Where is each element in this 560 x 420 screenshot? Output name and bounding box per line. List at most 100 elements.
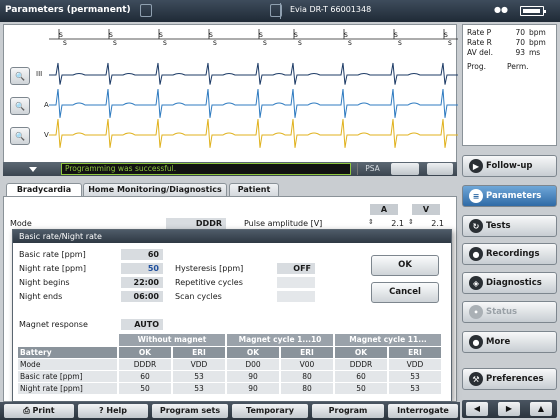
table-cell: 53 bbox=[388, 370, 443, 383]
info-value: 70 bbox=[515, 38, 525, 47]
night-ends-label: Night ends bbox=[19, 292, 63, 301]
more-button[interactable]: ● More bbox=[462, 331, 557, 353]
info-unit: bpm bbox=[529, 38, 546, 47]
channel-label-iii: III bbox=[36, 70, 43, 78]
arrow-right-icon[interactable]: ▶ bbox=[498, 402, 520, 416]
preferences-button[interactable]: ⚒ Preferences bbox=[462, 368, 557, 390]
diagnostics-icon: ◈ bbox=[469, 276, 483, 290]
sliders-icon: ≡ bbox=[469, 189, 483, 203]
more-icon: ● bbox=[469, 335, 483, 349]
subheader-cell: OK bbox=[334, 346, 389, 359]
channel-label-a: A bbox=[44, 101, 49, 109]
event-glyph: S bbox=[113, 40, 117, 47]
row-label: Basic rate [ppm] bbox=[18, 370, 119, 383]
collapse-icon[interactable] bbox=[29, 167, 37, 172]
table-cell: 53 bbox=[172, 370, 227, 383]
diagnostics-button[interactable]: ◈ Diagnostics bbox=[462, 272, 557, 294]
ok-button[interactable]: OK bbox=[371, 255, 439, 276]
table-cell: 60 bbox=[334, 370, 389, 383]
recordings-button[interactable]: ● Recordings bbox=[462, 243, 557, 265]
subheader-cell: ERI bbox=[172, 346, 227, 359]
arrow-left-icon[interactable]: ◀ bbox=[466, 402, 488, 416]
help-button[interactable]: ? Help bbox=[78, 404, 148, 418]
parameters-button[interactable]: ≡ Parameters bbox=[462, 185, 557, 207]
camera-icon[interactable] bbox=[427, 163, 453, 175]
parameters-label: Parameters bbox=[486, 191, 542, 201]
table-cell: 53 bbox=[172, 382, 227, 395]
temporary-button[interactable]: Temporary bbox=[232, 404, 308, 418]
tab-home-monitoring[interactable]: Home Monitoring/Diagnostics bbox=[83, 183, 227, 197]
program-sets-button[interactable]: Program sets bbox=[152, 404, 228, 418]
night-rate-value[interactable]: 50 bbox=[121, 263, 163, 274]
table-row: Night rate [ppm] 50 53 90 80 50 53 bbox=[18, 382, 443, 395]
mode-value[interactable]: DDDR bbox=[166, 218, 226, 229]
info-row: Rate P 70 bpm bbox=[467, 28, 552, 38]
info-value: 93 bbox=[515, 48, 525, 57]
ecg-trace-v bbox=[49, 118, 458, 148]
table-row: Basic rate [ppm] 60 53 90 80 60 53 bbox=[18, 370, 443, 383]
info-row: Rate R 70 bpm bbox=[467, 38, 552, 48]
info-value: 70 bbox=[515, 28, 525, 37]
night-begins-value[interactable]: 22:00 bbox=[121, 277, 163, 288]
event-glyph: S bbox=[159, 32, 163, 39]
info-row: Prog. Perm. bbox=[467, 62, 552, 72]
event-glyph: S bbox=[398, 40, 402, 47]
psa-button[interactable]: PSA bbox=[357, 163, 387, 175]
event-glyph: S bbox=[294, 32, 298, 39]
battery-icon bbox=[520, 6, 546, 16]
table-cell: 50 bbox=[118, 382, 173, 395]
prog-label: Prog. bbox=[467, 62, 487, 71]
table-corner bbox=[18, 334, 119, 347]
group-header: Magnet cycle 1...10 bbox=[226, 334, 335, 347]
table-group-header: Without magnet Magnet cycle 1...10 Magne… bbox=[18, 334, 443, 347]
print-button[interactable]: ⎙ Print bbox=[4, 404, 74, 418]
tests-button[interactable]: ↻ Tests bbox=[462, 215, 557, 237]
pulse-amplitude-v[interactable]: 2.1 bbox=[414, 219, 444, 228]
event-glyph: S bbox=[109, 32, 113, 39]
recordings-label: Recordings bbox=[486, 249, 540, 259]
followup-icon: ▶ bbox=[469, 159, 483, 173]
diagnostics-label: Diagnostics bbox=[486, 278, 542, 288]
status-button[interactable]: • Status bbox=[462, 301, 557, 323]
magnet-response-value[interactable]: AUTO bbox=[121, 319, 163, 330]
night-ends-value[interactable]: 06:00 bbox=[121, 291, 163, 302]
help-label: Help bbox=[106, 406, 128, 415]
magnifier-icon: 🔍 bbox=[15, 71, 25, 81]
tab-bradycardia[interactable]: Bradycardia bbox=[6, 183, 82, 197]
table-cell: 60 bbox=[118, 370, 173, 383]
event-glyph: S bbox=[263, 40, 267, 47]
hysteresis-value[interactable]: OFF bbox=[277, 263, 315, 274]
zoom-v-button[interactable]: 🔍 bbox=[10, 127, 30, 145]
magnifier-icon: 🔍 bbox=[15, 131, 25, 141]
ecg-toolbar: Programming was successful. PSA bbox=[3, 162, 457, 176]
snapshot-icon[interactable] bbox=[391, 163, 419, 175]
zoom-a-button[interactable]: 🔍 bbox=[10, 97, 30, 115]
wand-icon[interactable] bbox=[140, 4, 152, 17]
title-bar: Parameters (permanent) Evia DR-T 6600134… bbox=[0, 0, 560, 22]
tests-label: Tests bbox=[486, 221, 511, 231]
device-icon bbox=[270, 4, 282, 17]
arrow-up-icon[interactable]: ▲ bbox=[530, 402, 552, 416]
program-button[interactable]: Program bbox=[312, 404, 384, 418]
event-glyph: S bbox=[394, 32, 398, 39]
zoom-iii-button[interactable]: 🔍 bbox=[10, 67, 30, 85]
followup-button[interactable]: ▶ Follow-up bbox=[462, 155, 557, 177]
tab-patient[interactable]: Patient bbox=[229, 183, 279, 197]
cancel-button[interactable]: Cancel bbox=[371, 282, 439, 303]
ecg-trace-iii bbox=[49, 62, 458, 85]
table-cell: D00 bbox=[226, 358, 281, 371]
night-rate-label: Night rate [ppm] bbox=[19, 264, 87, 273]
group-header: Without magnet bbox=[118, 334, 227, 347]
basic-rate-value[interactable]: 60 bbox=[121, 249, 163, 260]
updown-icon[interactable]: ⇕ bbox=[408, 218, 414, 226]
status-icon: • bbox=[469, 305, 483, 319]
recordings-icon: ● bbox=[469, 247, 483, 261]
column-v-header: V bbox=[412, 204, 440, 215]
pulse-amplitude-a[interactable]: 2.1 bbox=[370, 219, 404, 228]
device-name: Evia DR-T 66001348 bbox=[290, 5, 372, 14]
nav-arrows: ◀ ▶ ▲ bbox=[462, 400, 557, 418]
row-label: Mode bbox=[18, 358, 119, 371]
preferences-label: Preferences bbox=[486, 374, 544, 384]
event-glyph: S bbox=[448, 40, 452, 47]
interrogate-button[interactable]: Interrogate bbox=[388, 404, 458, 418]
